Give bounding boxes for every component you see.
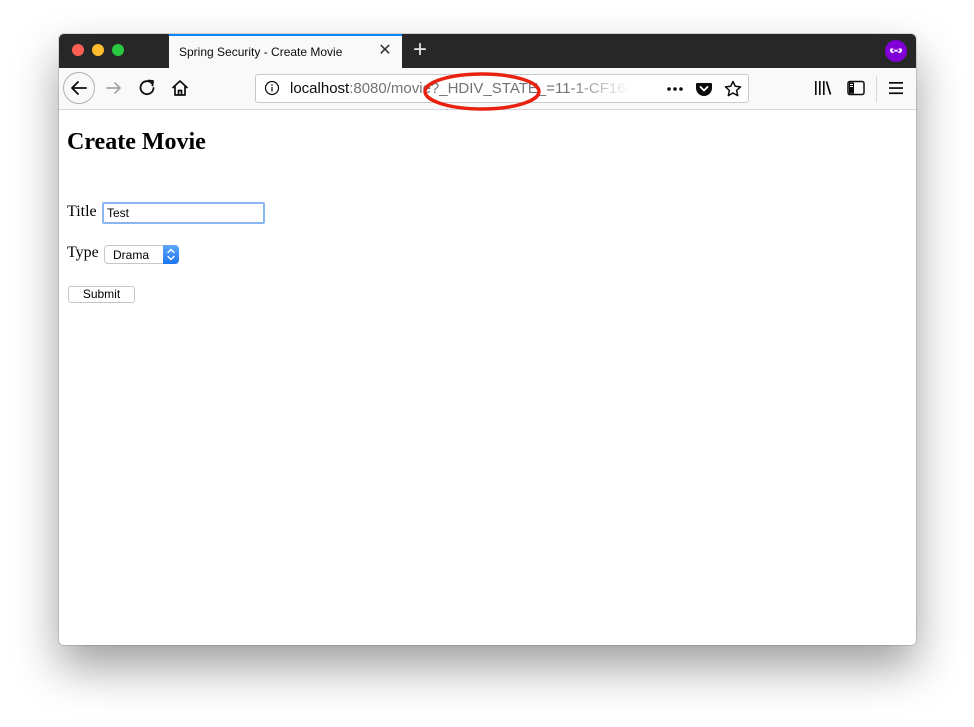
back-arrow-icon: [71, 81, 87, 95]
tab-strip: Spring Security - Create Movie ✕ +: [59, 34, 916, 68]
pocket-icon[interactable]: [694, 79, 714, 99]
window-maximize-button[interactable]: [112, 44, 124, 56]
page-content: Create Movie Title Type Drama Submit: [59, 110, 916, 645]
reload-icon[interactable]: [136, 77, 158, 99]
tab-title: Spring Security - Create Movie: [179, 45, 343, 59]
type-select-value: Drama: [113, 248, 150, 262]
close-icon[interactable]: ✕: [376, 42, 394, 60]
forward-arrow-icon[interactable]: [103, 77, 125, 99]
back-button[interactable]: [63, 72, 95, 104]
window-minimize-button[interactable]: [92, 44, 104, 56]
browser-window: Spring Security - Create Movie ✕ + local…: [59, 34, 916, 645]
private-browsing-icon: [885, 40, 907, 62]
window-close-button[interactable]: [72, 44, 84, 56]
annotation-circle: [423, 72, 541, 111]
title-label: Title: [67, 203, 97, 220]
home-icon[interactable]: [169, 77, 191, 99]
page-title: Create Movie: [67, 129, 206, 155]
sidebar-icon[interactable]: [845, 77, 867, 99]
toolbar-separator: [876, 76, 877, 102]
hamburger-menu-icon[interactable]: [885, 77, 907, 99]
new-tab-button[interactable]: +: [408, 38, 432, 63]
submit-button[interactable]: Submit: [68, 286, 135, 303]
star-icon[interactable]: [723, 79, 743, 99]
more-icon[interactable]: [665, 79, 685, 99]
info-icon[interactable]: [264, 80, 280, 96]
type-label: Type: [67, 244, 99, 261]
url-host: localhost: [290, 81, 350, 97]
title-input[interactable]: [102, 202, 265, 224]
library-icon[interactable]: [812, 77, 834, 99]
type-select[interactable]: Drama: [104, 245, 179, 264]
select-arrows-icon: [163, 245, 179, 264]
tab-create-movie[interactable]: Spring Security - Create Movie ✕: [169, 34, 402, 68]
